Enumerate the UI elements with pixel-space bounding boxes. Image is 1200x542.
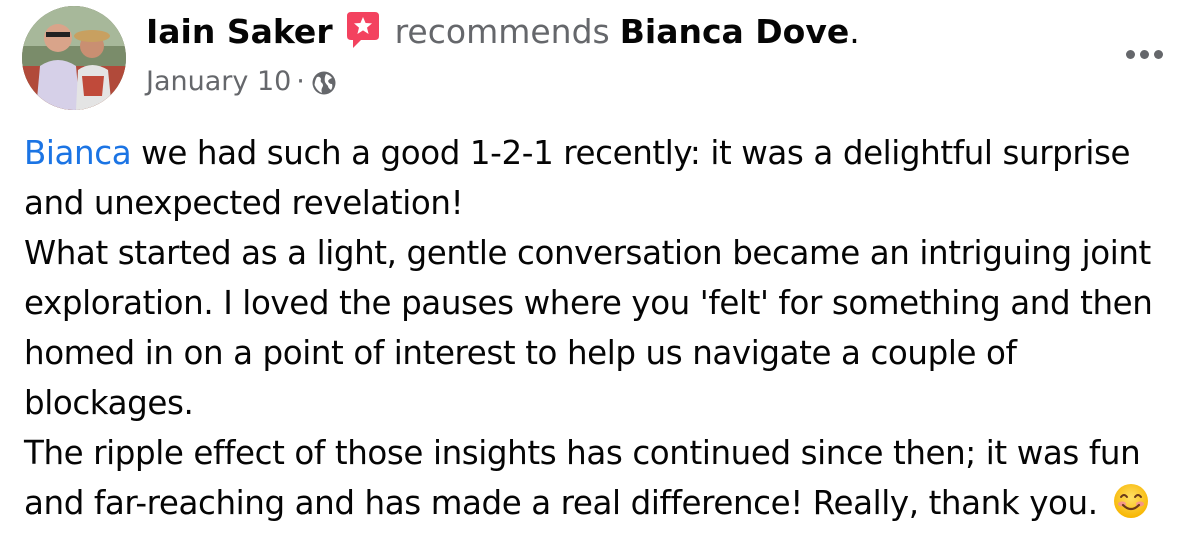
body-line-text: we had such a good 1-2-1 recently: it wa… bbox=[131, 134, 1131, 172]
body-line-8: and far-reaching and has made a real dif… bbox=[24, 478, 1194, 528]
body-line-4: exploration. I loved the pauses where yo… bbox=[24, 284, 1153, 322]
post-header: Iain Saker recommends Bianca Dove. bbox=[146, 12, 860, 52]
smiling-face-emoji-icon bbox=[1112, 482, 1150, 520]
more-horizontal-icon bbox=[1125, 49, 1135, 59]
author-name[interactable]: Iain Saker bbox=[146, 12, 333, 52]
post-body: Bianca we had such a good 1-2-1 recently… bbox=[24, 128, 1194, 528]
body-line-7: The ripple effect of those insights has … bbox=[24, 434, 1141, 472]
more-options-button[interactable] bbox=[1122, 34, 1166, 74]
header-period: . bbox=[849, 12, 860, 51]
body-line-text: and far-reaching and has made a real dif… bbox=[24, 484, 1098, 522]
recommendation-post: Iain Saker recommends Bianca Dove. Janua… bbox=[0, 0, 1200, 542]
recommended-page-name[interactable]: Bianca Dove bbox=[620, 12, 850, 52]
body-line-5: homed in on a point of interest to help … bbox=[24, 334, 1017, 372]
body-line-1: Bianca we had such a good 1-2-1 recently… bbox=[24, 128, 1194, 178]
recommendation-star-icon bbox=[343, 10, 383, 50]
meta-separator: · bbox=[296, 66, 305, 97]
post-meta: January 10 · bbox=[146, 64, 337, 100]
mention-link[interactable]: Bianca bbox=[24, 134, 132, 172]
more-horizontal-icon-dot bbox=[1139, 49, 1149, 59]
body-line-3: What started as a light, gentle conversa… bbox=[24, 234, 1151, 272]
recommends-verb: recommends bbox=[394, 12, 610, 51]
body-line-6: blockages. bbox=[24, 384, 194, 422]
globe-icon[interactable] bbox=[311, 70, 337, 96]
body-line-2: and unexpected revelation! bbox=[24, 184, 464, 222]
avatar[interactable] bbox=[22, 6, 126, 110]
post-date[interactable]: January 10 bbox=[146, 64, 291, 100]
more-horizontal-icon-dot bbox=[1153, 49, 1163, 59]
